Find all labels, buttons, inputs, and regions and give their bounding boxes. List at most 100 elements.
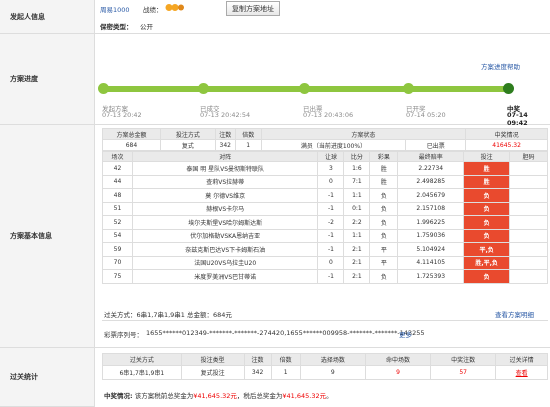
- match-number: 42: [102, 161, 133, 176]
- match-teams: 伏尔加格勒VSKA恩纳吉亚: [131, 228, 319, 243]
- match-banker: [509, 161, 548, 176]
- initiator-username[interactable]: 周易1000: [100, 4, 130, 14]
- match-banker: [509, 228, 548, 243]
- copy-address-button[interactable]: 复制方案地址: [226, 1, 280, 16]
- match-row: 44 查莉VS拉赫蒂 0 7:1 胜 2.498285 胜: [102, 174, 548, 189]
- match-bet: 胜,平,负: [463, 255, 511, 270]
- match-teams: 莫 尔德VS维京: [131, 188, 319, 203]
- match-teams: 米度罗美洲VS巴甘蒂诺: [131, 269, 319, 284]
- stats-header: 选择场数: [299, 353, 366, 366]
- match-score: 1:6: [343, 161, 371, 176]
- pre-tax-amount: ¥41,645.32元: [193, 392, 237, 400]
- summary-header: 方案状态: [260, 128, 467, 140]
- step-2-time: 07-13 20:42:54: [200, 111, 251, 119]
- match-number: 70: [102, 255, 133, 270]
- basic-info-label: 方案基本信息: [0, 125, 95, 348]
- matches-header: 彩果: [369, 151, 399, 162]
- winning-summary-label: 中奖情况:: [104, 392, 133, 400]
- stats-selected-matches: 9: [299, 365, 366, 380]
- stats-label: 过关统计: [0, 348, 95, 407]
- match-odds: 1.725393: [397, 269, 465, 284]
- match-handicap: -1: [317, 188, 345, 203]
- match-row: 70 法国U20VS乌拉圭U20 0 2:1 平 4.114105 胜,平,负: [102, 255, 548, 270]
- summary-table: 方案总金额 投注方式 注数 倍数 方案状态 中奖情况 684 复式 342 1 …: [102, 128, 548, 151]
- stats-view-link-cell: 查看: [495, 365, 548, 380]
- more-link[interactable]: 更多: [399, 329, 412, 339]
- matches-table: 场次 对阵 让球 比分 彩果 最终赔率 投注 胆码 42 泰国 明 星队VS曼彻斯…: [102, 151, 548, 284]
- stats-view-link[interactable]: 查看: [516, 370, 528, 377]
- plan-status: 满员（当前进度100%）: [260, 139, 407, 151]
- match-teams: 赫根VS卡尔马: [131, 201, 319, 216]
- stats-table: 过关方式 投注类型 注数 倍数 选择场数 命中场数 中奖注数 过关详情 6串1,…: [102, 353, 548, 380]
- match-odds: 1.759036: [397, 228, 465, 243]
- match-banker: [509, 174, 548, 189]
- summary-header: 倍数: [234, 128, 262, 140]
- match-number: 48: [102, 188, 133, 203]
- progress-help-link[interactable]: 方案进度帮助: [481, 61, 520, 71]
- match-handicap: -1: [317, 269, 345, 284]
- match-number: 59: [102, 242, 133, 257]
- step-dot-5: [503, 83, 514, 94]
- match-odds: 2.498285: [397, 174, 465, 189]
- summary-header: 投注方式: [159, 128, 216, 140]
- match-result: 胜: [369, 174, 399, 189]
- match-score: 2:2: [343, 215, 371, 230]
- match-teams: 泰国 明 星队VS曼彻斯特联队: [131, 161, 319, 176]
- winning-amount: 41645.32: [465, 139, 548, 151]
- match-bet: 胜: [463, 174, 511, 189]
- match-handicap: -1: [317, 228, 345, 243]
- after-tax-text: ，税后总奖金为: [236, 392, 283, 400]
- match-row: 54 伏尔加格勒VSKA恩纳吉亚 -1 1:1 负 1.759036 负: [102, 228, 548, 243]
- step-5-time: 07-14 09:42: [507, 111, 528, 127]
- stats-bet-count: 342: [243, 365, 272, 380]
- match-odds: 4.114105: [397, 255, 465, 270]
- matches-header: 让球: [317, 151, 345, 162]
- winning-summary-text: 该方案税前总奖金为: [134, 392, 194, 400]
- match-bet: 负: [463, 228, 511, 243]
- summary-header: 中奖情况: [465, 128, 548, 140]
- stats-bet-type: 复式投注: [180, 365, 245, 380]
- match-row: 52 埃尔夫斯堡VS哈尔姆斯达斯 -2 2:2 负 1.996225 负: [102, 215, 548, 230]
- match-banker: [509, 188, 548, 203]
- match-score: 1:1: [343, 228, 371, 243]
- match-result: 负: [369, 188, 399, 203]
- match-result: 胜: [369, 161, 399, 176]
- match-result: 负: [369, 269, 399, 284]
- after-tax-amount: ¥41,645.32元: [282, 392, 327, 400]
- stats-header: 过关详情: [495, 353, 548, 366]
- matches-header: 场次: [102, 151, 133, 162]
- match-bet: 平,负: [463, 242, 511, 257]
- match-row: 51 赫根VS卡尔马 -1 0:1 负 2.157108 负: [102, 201, 548, 216]
- match-banker: [509, 215, 548, 230]
- match-handicap: 3: [317, 161, 345, 176]
- step-4-time: 07-14 05:20: [406, 111, 446, 119]
- matches-header: 最终赔率: [397, 151, 465, 162]
- match-bet: 负: [463, 215, 511, 230]
- step-3-time: 07-13 20:43:06: [303, 111, 354, 119]
- match-score: 2:1: [343, 269, 371, 284]
- serial-label: 彩票序列号：: [104, 331, 143, 339]
- serial-value: 1655******012349-*******-*******-274420,…: [146, 329, 425, 337]
- view-details-link[interactable]: 查看方案明细: [495, 309, 534, 319]
- match-number: 44: [102, 174, 133, 189]
- progress-label: 方案进度: [0, 34, 95, 125]
- privacy-value: 公开: [140, 23, 153, 31]
- match-banker: [509, 201, 548, 216]
- match-handicap: -1: [317, 242, 345, 257]
- match-number: 52: [102, 215, 133, 230]
- privacy-label: 保密类型：: [100, 23, 133, 31]
- match-number: 54: [102, 228, 133, 243]
- ticket-status: 已出票: [405, 139, 467, 151]
- multiple: 1: [234, 139, 262, 151]
- match-row: 75 米度罗美洲VS巴甘蒂诺 -1 2:1 负 1.725393 负: [102, 269, 548, 284]
- stats-header: 命中场数: [364, 353, 432, 366]
- pass-method-text: 过关方式：6串1,7串1,9串1 总金额：684元: [104, 311, 232, 319]
- match-odds: 2.22734: [397, 161, 465, 176]
- match-result: 负: [369, 201, 399, 216]
- stats-header: 投注类型: [180, 353, 245, 366]
- match-banker: [509, 269, 548, 284]
- step-dot-1: [98, 83, 109, 94]
- match-score: 2:1: [343, 255, 371, 270]
- record-label: 战绩：: [143, 6, 163, 14]
- match-odds: 2.157108: [397, 201, 465, 216]
